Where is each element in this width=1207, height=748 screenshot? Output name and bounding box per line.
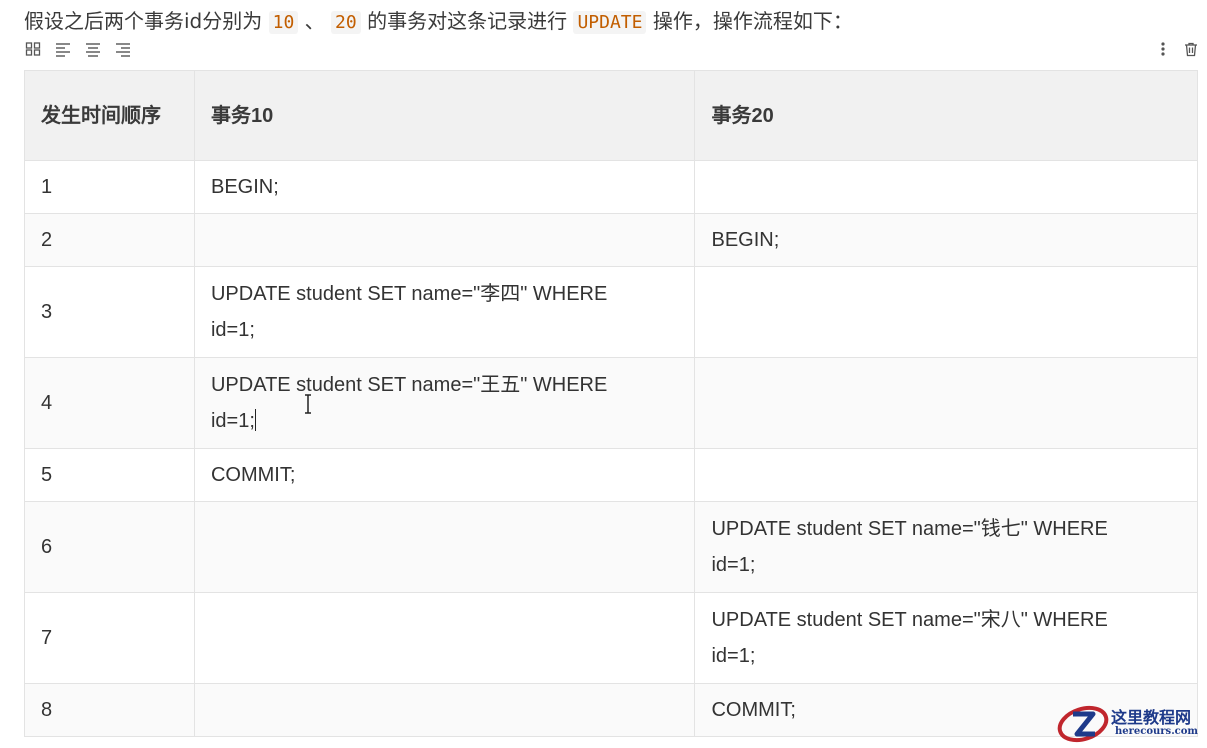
cell-sequence[interactable]: 2 — [24, 213, 195, 267]
cell-transaction-10[interactable] — [193, 213, 696, 267]
align-center-icon[interactable] — [84, 40, 102, 58]
table-row: 1 BEGIN; — [24, 160, 1198, 214]
watermark-title: 这里教程网 — [1111, 708, 1192, 727]
cell-transaction-20[interactable] — [694, 160, 1198, 214]
intro-paragraph: 假设之后两个事务id分别为 10 、 20 的事务对这条记录进行 UPDATE … — [24, 6, 853, 38]
watermark-logo-icon — [1057, 705, 1109, 743]
header-sequence-label: 发生时间顺序 — [41, 104, 161, 127]
intro-text-after: 操作，操作流程如下： — [652, 9, 853, 33]
cell-sequence[interactable]: 6 — [24, 501, 195, 593]
intro-text-before: 假设之后两个事务id分别为 — [24, 9, 263, 33]
cell-text: BEGIN; — [210, 176, 279, 198]
table-toolbar-right — [1154, 40, 1200, 58]
cell-transaction-20[interactable] — [694, 357, 1198, 449]
header-transaction-20[interactable]: 事务20 — [694, 70, 1198, 161]
cell-text-line-1: UPDATE student SET name="钱七" WHERE — [711, 518, 1108, 540]
cell-text-line-2: id=1; — [210, 319, 255, 341]
cell-text-line-2: id=1; — [210, 410, 255, 432]
cell-sequence[interactable]: 5 — [24, 448, 195, 502]
inline-code-update: UPDATE — [573, 11, 647, 34]
cell-text-line-1: UPDATE student SET name="王五" WHERE — [210, 374, 608, 396]
cell-sequence[interactable]: 8 — [24, 683, 195, 737]
cell-transaction-10[interactable]: UPDATE student SET name="李四" WHERE id=1; — [193, 266, 696, 358]
transaction-table: 发生时间顺序 事务10 事务20 1 BEGIN; 2 BEGIN; 3 UPD… — [24, 70, 1198, 737]
inline-code-20: 20 — [331, 11, 361, 34]
cell-text: BEGIN; — [711, 229, 780, 251]
more-vertical-icon[interactable] — [1154, 40, 1172, 58]
table-row: 3 UPDATE student SET name="李四" WHERE id=… — [24, 266, 1198, 358]
cell-transaction-20[interactable] — [694, 448, 1198, 502]
table-row: 4 UPDATE student SET name="王五" WHERE id=… — [24, 357, 1198, 449]
cell-sequence[interactable]: 3 — [24, 266, 195, 358]
watermark-subtitle: herecours.com — [1115, 726, 1199, 737]
cell-sequence[interactable]: 1 — [24, 160, 195, 214]
cell-text-line-2: id=1; — [711, 554, 756, 576]
table-toolbar-left — [24, 40, 132, 58]
cell-transaction-20[interactable] — [694, 266, 1198, 358]
trash-icon[interactable] — [1182, 40, 1200, 58]
cell-transaction-10[interactable] — [193, 501, 696, 593]
cell-transaction-10[interactable] — [193, 683, 696, 737]
grid-icon[interactable] — [24, 40, 42, 58]
watermark: 这里教程网 herecours.com — [1053, 700, 1203, 746]
table-row: 6 UPDATE student SET name="钱七" WHERE id=… — [24, 501, 1198, 593]
cell-text: COMMIT; — [210, 464, 296, 486]
cell-transaction-10[interactable]: COMMIT; — [193, 448, 696, 502]
ibeam-cursor-icon — [305, 394, 311, 414]
text-caret — [254, 409, 256, 431]
cell-text: COMMIT; — [711, 699, 796, 721]
inline-code-10: 10 — [268, 11, 299, 34]
table-row: 5 COMMIT; — [24, 448, 1198, 502]
cell-transaction-10[interactable]: UPDATE student SET name="王五" WHERE id=1; — [193, 357, 696, 449]
cell-transaction-20[interactable]: UPDATE student SET name="钱七" WHERE id=1; — [694, 501, 1198, 593]
table-row: 7 UPDATE student SET name="宋八" WHERE id=… — [24, 592, 1198, 684]
cell-text-line-1: UPDATE student SET name="宋八" WHERE — [711, 609, 1108, 631]
cell-sequence[interactable]: 7 — [24, 592, 195, 684]
cell-transaction-10[interactable]: BEGIN; — [193, 160, 696, 214]
table-row: 2 BEGIN; — [24, 213, 1198, 267]
align-right-icon[interactable] — [114, 40, 132, 58]
table-header-row: 发生时间顺序 事务10 事务20 — [24, 70, 1198, 161]
header-transaction-10[interactable]: 事务10 — [193, 70, 696, 161]
cell-transaction-20[interactable]: BEGIN; — [694, 213, 1198, 267]
cell-transaction-20[interactable]: UPDATE student SET name="宋八" WHERE id=1; — [694, 592, 1198, 684]
table-toolbar — [24, 40, 1200, 62]
intro-text-middle: 的事务对这条记录进行 — [367, 9, 568, 33]
cell-text-line-2: id=1; — [711, 645, 756, 667]
intro-separator: 、 — [304, 9, 325, 33]
cell-transaction-10[interactable] — [193, 592, 696, 684]
table-row: 8 COMMIT; — [24, 683, 1198, 737]
header-sequence[interactable]: 发生时间顺序 — [24, 70, 195, 161]
align-left-icon[interactable] — [54, 40, 72, 58]
cell-text-line-1: UPDATE student SET name="李四" WHERE — [210, 283, 608, 305]
cell-sequence[interactable]: 4 — [24, 357, 195, 449]
